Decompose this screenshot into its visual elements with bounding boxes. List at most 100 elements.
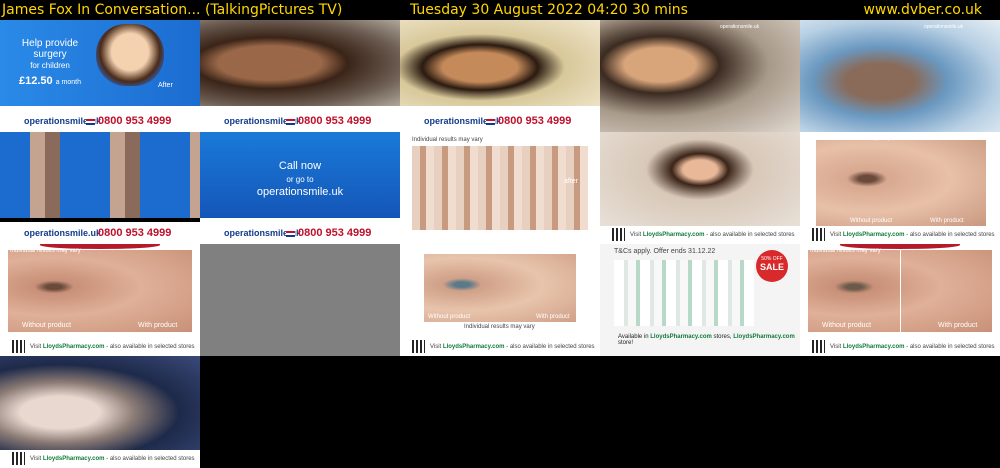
price-text: £12.50 bbox=[18, 75, 53, 87]
without-product: Without product bbox=[850, 218, 893, 224]
individual-results: Individual results may vary bbox=[464, 324, 535, 330]
os-banner: operationsmile.uk 0800 953 4999 bbox=[400, 106, 600, 132]
products-photo bbox=[614, 260, 754, 326]
thumbnail-8[interactable]: Individual results may vary after bbox=[400, 132, 600, 244]
visit-text: Visit bbox=[430, 344, 442, 350]
girl-photo bbox=[600, 20, 800, 132]
thumbnail-10[interactable]: Individual results may vary Without prod… bbox=[800, 132, 1000, 244]
thumbnail-2[interactable]: operationsmile.uk 0800 953 4999 bbox=[200, 20, 400, 132]
lloyds-rest: - also available in selected stores bbox=[906, 232, 995, 238]
help-line-2: surgery bbox=[33, 49, 67, 60]
presenter-photo bbox=[600, 132, 800, 226]
thumbnail-7[interactable]: Call now or go to operationsmile.uk oper… bbox=[200, 132, 400, 244]
tc-text: T&Cs apply. Offer ends 31.12.22 bbox=[614, 248, 716, 255]
lloyds-brand: LloydsPharmacy.com bbox=[442, 344, 505, 350]
os-logo: operationsmile.uk bbox=[24, 228, 102, 238]
eye-comparison bbox=[412, 146, 588, 230]
lloyds-bar: Visit LloydsPharmacy.com - also availabl… bbox=[800, 226, 1000, 244]
lloyds-brand: LloydsPharmacy.com bbox=[642, 232, 705, 238]
without-product: Without product bbox=[22, 322, 72, 329]
qr-code-icon bbox=[12, 340, 25, 353]
individual-results: Individual results may vary bbox=[412, 137, 483, 143]
lloyds-brand: LloydsPharmacy.com bbox=[842, 344, 905, 350]
os-phone: 0800 953 4999 bbox=[98, 227, 172, 239]
lloyds-brand: LloydsPharmacy.com bbox=[842, 232, 905, 238]
eye-wrinkles-photo bbox=[8, 250, 192, 332]
glitch-slide bbox=[0, 132, 200, 218]
thumbnail-3[interactable]: operationsmile.uk 0800 953 4999 bbox=[400, 20, 600, 132]
with-product: With product bbox=[938, 322, 978, 329]
thumbnail-16[interactable]: Visit LloydsPharmacy.com - also availabl… bbox=[0, 356, 200, 468]
lloyds-brand: LloydsPharmacy.com bbox=[42, 344, 105, 350]
with-product: With product bbox=[138, 322, 178, 329]
thumbnail-1[interactable]: Help provide surgery for children £12.50… bbox=[0, 20, 200, 132]
header-bar: James Fox In Conversation... (TalkingPic… bbox=[0, 0, 1000, 20]
qr-code-icon bbox=[12, 452, 25, 465]
visit-text: Visit bbox=[630, 232, 642, 238]
face-comparison bbox=[816, 140, 986, 226]
qr-code-icon bbox=[812, 340, 825, 353]
after-label: After bbox=[158, 82, 173, 89]
uk-flag-icon bbox=[286, 117, 295, 125]
surgery-photo bbox=[800, 20, 1000, 132]
visit-text: Visit bbox=[830, 232, 842, 238]
lloyds-rest: - also available in selected stores bbox=[506, 344, 595, 350]
without-product: Without product bbox=[428, 314, 471, 320]
qr-code-icon bbox=[412, 340, 425, 353]
lloyds-bar: Visit LloydsPharmacy.com - also availabl… bbox=[600, 226, 800, 244]
os-phone: 0800 953 4999 bbox=[298, 227, 372, 239]
woman-photo bbox=[200, 20, 400, 106]
thumbnail-9[interactable]: Visit LloydsPharmacy.com - also availabl… bbox=[600, 132, 800, 244]
os-phone: 0800 953 4999 bbox=[498, 115, 572, 127]
lloyds-brand: LloydsPharmacy.com bbox=[650, 334, 712, 340]
uk-flag-icon bbox=[486, 117, 495, 125]
lloyds-rest: - also available in selected stores bbox=[706, 232, 795, 238]
visit-text: Visit bbox=[830, 344, 842, 350]
programme-title: James Fox In Conversation... (TalkingPic… bbox=[2, 2, 343, 18]
individual-results: Individual results may vary bbox=[810, 248, 881, 254]
child-photo bbox=[96, 24, 164, 86]
lloyds-brand: LloydsPharmacy.com bbox=[42, 456, 105, 462]
call-slide: Call now or go to operationsmile.uk bbox=[200, 132, 400, 218]
boy-photo bbox=[400, 20, 600, 106]
thumbnail-5[interactable]: operationsmile.uk bbox=[800, 20, 1000, 132]
with-product: With product bbox=[930, 218, 964, 224]
with-product: With product bbox=[536, 314, 570, 320]
price-suffix: a month bbox=[55, 79, 81, 86]
thumbnail-6[interactable]: operationsmile.uk 0800 953 4999 bbox=[0, 132, 200, 244]
broadcast-datetime: Tuesday 30 August 2022 04:20 30 mins bbox=[410, 2, 688, 18]
thumbnail-4[interactable]: operationsmile.uk bbox=[600, 20, 800, 132]
available-line: Available in LloydsPharmacy.com stores, … bbox=[618, 334, 800, 346]
lloyds-bar: Visit LloydsPharmacy.com - also availabl… bbox=[0, 450, 200, 468]
call-line-1: Call now bbox=[278, 160, 322, 172]
call-line-3: operationsmile.uk bbox=[256, 186, 344, 198]
os-phone: 0800 953 4999 bbox=[298, 115, 372, 127]
thumbnail-12-blank[interactable] bbox=[200, 244, 400, 356]
help-line-3: for children bbox=[30, 61, 70, 70]
uk-flag-icon bbox=[286, 229, 295, 237]
site-link[interactable]: www.dvber.co.uk bbox=[863, 0, 982, 20]
uk-flag-icon bbox=[86, 117, 95, 125]
os-phone: 0800 953 4999 bbox=[98, 115, 172, 127]
lloyds-bar: Visit LloydsPharmacy.com - also availabl… bbox=[0, 338, 200, 356]
os-watermark: operationsmile.uk bbox=[720, 24, 760, 30]
split-divider bbox=[900, 250, 901, 332]
os-banner: operationsmile.uk 0800 953 4999 bbox=[0, 222, 200, 244]
without-product: Without product bbox=[822, 322, 872, 329]
thumbnail-13[interactable]: Without product With product Individual … bbox=[400, 244, 600, 356]
lloyds-rest: - also available in selected stores bbox=[106, 344, 195, 350]
os-slide: Help provide surgery for children £12.50… bbox=[0, 20, 200, 106]
lloyds-rest: - also available in selected stores bbox=[106, 456, 195, 462]
thumbnail-15[interactable]: Individual results may vary Without prod… bbox=[800, 244, 1000, 356]
individual-results: Individual results may vary bbox=[820, 135, 891, 141]
os-banner: operationsmile.uk 0800 953 4999 bbox=[200, 218, 400, 244]
os-watermark: operationsmile.uk bbox=[924, 24, 964, 30]
thumbnail-11[interactable]: Individual results may vary Without prod… bbox=[0, 244, 200, 356]
visit-text: Visit bbox=[30, 456, 42, 462]
after-label: after bbox=[564, 178, 579, 185]
thumbnail-14[interactable]: T&Cs apply. Offer ends 31.12.22 50% OFF … bbox=[600, 244, 800, 356]
stores-text: stores, bbox=[713, 334, 732, 340]
help-line-1: Help provide bbox=[21, 38, 79, 49]
hands-photo bbox=[0, 356, 200, 450]
store-text: store! bbox=[618, 340, 634, 346]
